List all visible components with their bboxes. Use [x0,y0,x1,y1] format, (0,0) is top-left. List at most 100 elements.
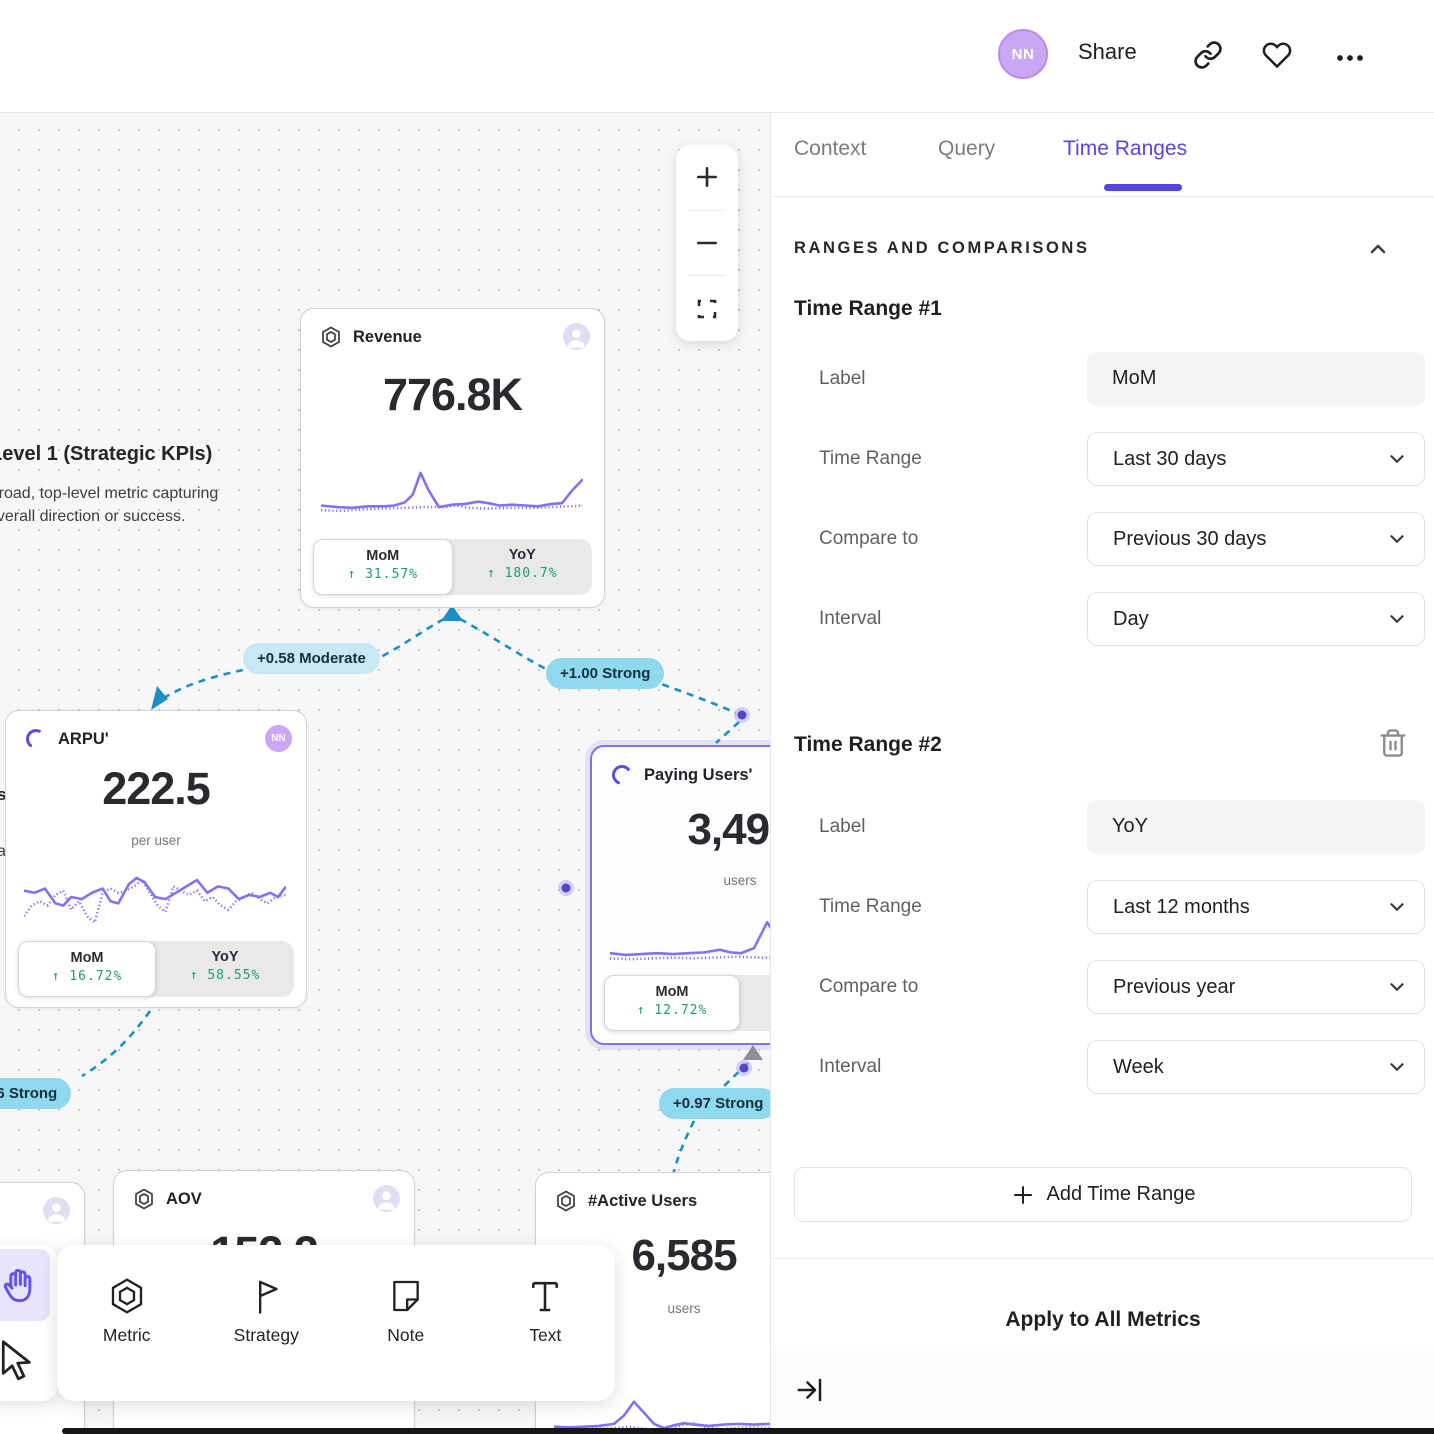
toolbar-item-note[interactable]: Note [336,1245,476,1401]
comparison-toggle: MoM ↑ 16.72% YoY ↑ 58.55% [18,941,294,997]
tab-context[interactable]: Context [794,137,866,161]
owner-avatar-nn[interactable]: NN [265,725,292,752]
change-value: ↑ 58.55% [190,968,261,983]
time-range-select[interactable]: Last 12 months [1087,880,1425,934]
correlation-badge[interactable]: +1.00 Strong [546,658,664,689]
share-button[interactable]: Share [1078,39,1137,65]
metric-value: 3,495 [592,805,770,855]
card-title: #Active Users [588,1192,697,1211]
add-time-range-button[interactable]: Add Time Range [794,1167,1412,1222]
chevron-up-icon[interactable] [1366,237,1390,261]
toggle-mom[interactable]: MoM ↑ 12.72% [604,975,740,1031]
handle-dot[interactable] [562,884,571,893]
label-input[interactable]: MoM [1087,352,1425,406]
field-row-compare-to: Compare to Previous 30 days [819,512,1412,566]
user-avatar[interactable]: NN [998,29,1048,79]
insert-toolbar: Metric Strategy Note Text [57,1245,615,1401]
field-row-interval: Interval Day [819,592,1412,646]
toggle-mom[interactable]: MoM ↑ 31.57% [313,539,453,595]
cursor-icon [0,1339,39,1383]
card-header [0,1197,70,1225]
tab-query[interactable]: Query [938,137,995,161]
label-input[interactable]: YoY [1087,800,1425,854]
divider [771,1258,1434,1259]
toggle-yoy[interactable]: YoY ↑ 58.55% [156,941,294,997]
owner-avatar[interactable] [43,1197,70,1224]
handle-dot[interactable] [738,711,747,720]
interval-select[interactable]: Day [1087,592,1425,646]
metric-hexagon-icon [554,1189,578,1213]
zoom-out-button[interactable] [676,211,738,276]
sparkline [321,459,583,526]
chevron-down-icon [1386,976,1408,998]
select-tool-button[interactable] [0,1325,50,1397]
card-title: Revenue [353,328,422,347]
edge-arpu-down [82,1011,150,1076]
metric-unit: per user [6,833,306,848]
correlation-badge[interactable]: 66 Strong [0,1078,71,1109]
compare-to-select[interactable]: Previous year [1087,960,1425,1014]
metric-card-arpu[interactable]: ARPU' NN 222.5 per user MoM ↑ 16.72% YoY… [5,710,307,1008]
panel-tabs: Context Query Time Ranges [771,113,1434,197]
field-label: Compare to [819,960,918,1014]
fit-view-button[interactable] [676,276,738,341]
heart-icon[interactable] [1262,40,1292,70]
note-icon [385,1275,427,1317]
metric-tree-canvas[interactable]: Level 1 (Strategic KPIs) Broad, top-leve… [0,113,770,1434]
time-range-select[interactable]: Last 30 days [1087,432,1425,486]
field-row-label: Label YoY [819,800,1412,854]
time-range-1-title: Time Range #1 [794,297,942,321]
field-row-interval: Interval Week [819,1040,1412,1094]
section-title: RANGES AND COMPARISONS [794,239,1090,257]
handle-dot[interactable] [740,1064,749,1073]
field-row-label: Label MoM [819,352,1412,406]
card-title: AOV [166,1190,202,1209]
more-options-icon[interactable] [1335,48,1365,78]
chevron-down-icon [1386,1056,1408,1078]
toolbar-item-label: Strategy [234,1325,299,1346]
edge-revenue-paying-3 [716,722,739,743]
owner-avatar[interactable] [373,1185,400,1212]
owner-avatar[interactable] [563,323,590,350]
metric-card-paying-users[interactable]: Paying Users' 3,495 users MoM ↑ 12.72% Y… [590,745,770,1045]
zoom-in-button[interactable] [676,145,738,210]
settings-panel: Context Query Time Ranges RANGES AND COM… [770,113,1434,1434]
toolbar-item-strategy[interactable]: Strategy [197,1245,337,1401]
comparison-toggle: MoM ↑ 31.57% YoY ↑ 180.7% [313,539,592,595]
tool-mode-panel [0,1245,58,1401]
metric-value: 776.8K [301,369,604,421]
correlation-badge[interactable]: +0.97 Strong [659,1088,770,1119]
link-icon[interactable] [1193,40,1223,70]
apply-to-all-metrics-button[interactable]: Apply to All Metrics [771,1291,1434,1349]
correlation-badge[interactable]: +0.58 Moderate [243,643,380,674]
toggle-label: MoM [655,984,688,1000]
plus-icon [694,164,720,190]
card-title: ARPU' [58,730,109,749]
fullscreen-icon [695,297,719,321]
tab-time-ranges[interactable]: Time Ranges [1063,137,1187,161]
hand-tool-button[interactable] [0,1249,50,1321]
person-icon [563,323,590,350]
select-value: Week [1113,1056,1164,1078]
field-label: Time Range [819,880,922,934]
field-label: Interval [819,592,881,646]
compare-to-select[interactable]: Previous 30 days [1087,512,1425,566]
metric-hexagon-icon [106,1275,148,1317]
sparkline [610,905,770,972]
metric-card-revenue[interactable]: Revenue 776.8K MoM ↑ 31.57% YoY ↑ 180.7% [300,308,605,608]
chevron-down-icon [1386,896,1408,918]
collapse-panel-icon[interactable] [795,1375,825,1405]
toggle-yoy[interactable]: YoY ↑ 180.7% [453,539,593,595]
toolbar-item-text[interactable]: Text [476,1245,616,1401]
note-line-2: overall direction or success. [0,505,218,528]
interval-select[interactable]: Week [1087,1040,1425,1094]
comparison-toggle: MoM ↑ 12.72% YoY [604,975,770,1031]
note-line-1: Broad, top-level metric capturing [0,482,218,505]
person-icon [373,1185,400,1212]
card-header: AOV [132,1185,400,1213]
delete-time-range-icon[interactable] [1378,727,1408,759]
toolbar-item-label: Note [387,1325,424,1346]
toolbar-item-metric[interactable]: Metric [57,1245,197,1401]
toggle-yoy[interactable]: YoY [740,975,770,1031]
toggle-mom[interactable]: MoM ↑ 16.72% [18,941,156,997]
